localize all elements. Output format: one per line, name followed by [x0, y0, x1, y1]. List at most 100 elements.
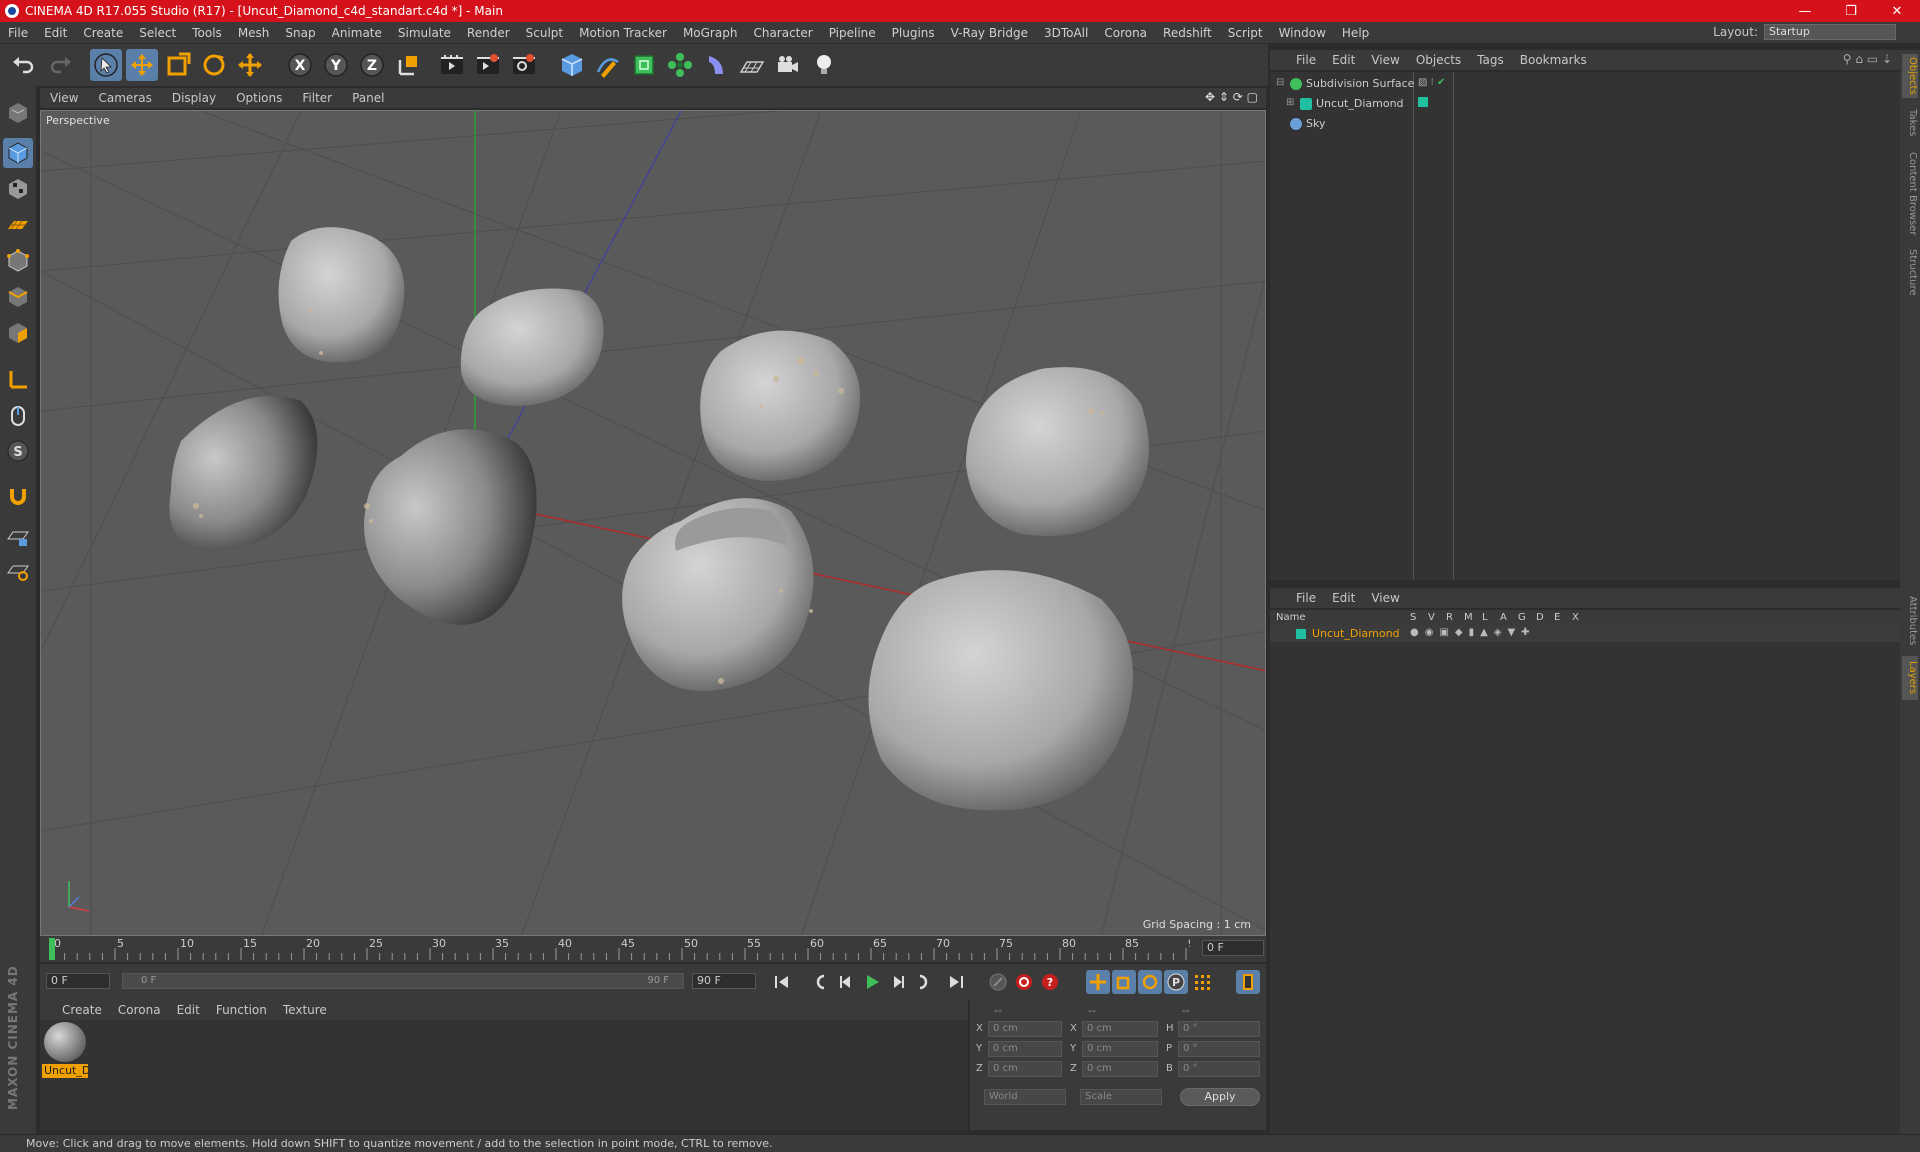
object-menu-objects[interactable]: Objects	[1408, 53, 1469, 67]
material-menu-texture[interactable]: Texture	[275, 1003, 335, 1017]
key-rotation-icon[interactable]	[1138, 970, 1162, 994]
record-active-icon[interactable]	[1012, 970, 1036, 994]
key-position-icon[interactable]	[1086, 970, 1110, 994]
object-menu-bookmarks[interactable]: Bookmarks	[1512, 53, 1595, 67]
menu-motion-tracker[interactable]: Motion Tracker	[571, 26, 675, 40]
tab-attributes[interactable]: Attributes	[1902, 590, 1918, 652]
workplane-icon[interactable]	[3, 210, 33, 240]
current-frame-field[interactable]: 0 F	[1202, 940, 1264, 956]
material-menu-create[interactable]: Create	[54, 1003, 110, 1017]
next-key-icon[interactable]	[912, 970, 936, 994]
menu-script[interactable]: Script	[1220, 26, 1271, 40]
previous-key-icon[interactable]	[808, 970, 832, 994]
start-frame-field[interactable]: 0 F	[46, 973, 110, 989]
menu-mograph[interactable]: MoGraph	[675, 26, 746, 40]
object-row-uncut-diamond[interactable]: ⊞ Uncut_Diamond	[1270, 94, 1900, 114]
x-axis-icon[interactable]: X	[284, 49, 316, 81]
size-z-field[interactable]: 0 cm	[1082, 1061, 1158, 1077]
object-menu-file[interactable]: File	[1288, 53, 1324, 67]
z-axis-icon[interactable]: Z	[356, 49, 388, 81]
menu-edit[interactable]: Edit	[36, 26, 75, 40]
uncut-diamond-rock[interactable]	[460, 288, 604, 407]
viewport-menu-panel[interactable]: Panel	[342, 91, 394, 105]
transform-icon[interactable]	[234, 49, 266, 81]
object-row-sky[interactable]: Sky	[1270, 114, 1900, 134]
render-picture-viewer-icon[interactable]	[472, 49, 504, 81]
position-x-field[interactable]: 0 cm	[988, 1021, 1062, 1037]
cloner-icon[interactable]	[664, 49, 696, 81]
edit-render-settings-icon[interactable]	[508, 49, 540, 81]
edges-mode-icon[interactable]	[3, 282, 33, 312]
material-name[interactable]: Uncut_D	[42, 1064, 88, 1078]
viewport-menu-filter[interactable]: Filter	[292, 91, 342, 105]
menu-redshift[interactable]: Redshift	[1155, 26, 1220, 40]
viewport-menu-view[interactable]: View	[40, 91, 88, 105]
go-to-start-icon[interactable]	[770, 970, 794, 994]
frame-range-slider[interactable]: 0 F 90 F	[122, 973, 684, 989]
size-x-field[interactable]: 0 cm	[1082, 1021, 1158, 1037]
material-menu-function[interactable]: Function	[208, 1003, 275, 1017]
scale-icon[interactable]	[162, 49, 194, 81]
layer-toggle-icons[interactable]: ●◉▣◆▮▲◈▼✚	[1410, 627, 1536, 638]
timeline-ruler[interactable]: 0 5 10 15 20 25 30 35 40 45 50 55 60 65 70 75 80 85 90 0 F	[40, 936, 1266, 962]
tab-structure[interactable]: Structure	[1902, 246, 1918, 298]
pen-icon[interactable]	[592, 49, 624, 81]
menu-help[interactable]: Help	[1334, 26, 1377, 40]
record-off-icon[interactable]	[986, 970, 1010, 994]
camera-icon[interactable]	[772, 49, 804, 81]
layer-menu-file[interactable]: File	[1288, 591, 1324, 605]
layer-row-uncut-diamond[interactable]: Uncut_Diamond ●◉▣◆▮▲◈▼✚	[1270, 626, 1900, 642]
layer-menu-edit[interactable]: Edit	[1324, 591, 1363, 605]
menu-vray-bridge[interactable]: V-Ray Bridge	[943, 26, 1036, 40]
size-mode-dropdown[interactable]: Scale	[1080, 1089, 1162, 1105]
layer-color-swatch[interactable]	[1418, 97, 1428, 107]
autokey-icon[interactable]: ?	[1038, 970, 1062, 994]
polygons-mode-icon[interactable]	[3, 318, 33, 348]
layer-menu-view[interactable]: View	[1363, 591, 1407, 605]
uncut-diamond-rock[interactable]	[169, 396, 318, 551]
layer-color-swatch[interactable]	[1296, 629, 1306, 639]
subdivision-icon[interactable]	[628, 49, 660, 81]
key-scale-icon[interactable]	[1112, 970, 1136, 994]
menu-character[interactable]: Character	[745, 26, 820, 40]
key-parameter-icon[interactable]: P	[1164, 970, 1188, 994]
undo-icon[interactable]	[8, 49, 40, 81]
object-menu-tags[interactable]: Tags	[1469, 53, 1512, 67]
menu-sculpt[interactable]: Sculpt	[518, 26, 571, 40]
redo-icon[interactable]	[44, 49, 76, 81]
texture-mode-icon[interactable]	[3, 174, 33, 204]
magnet-icon[interactable]	[3, 482, 33, 512]
rotation-b-field[interactable]: 0 °	[1178, 1061, 1260, 1077]
position-y-field[interactable]: 0 cm	[988, 1041, 1062, 1057]
select-icon[interactable]	[90, 49, 122, 81]
move-icon[interactable]	[126, 49, 158, 81]
menu-window[interactable]: Window	[1271, 26, 1334, 40]
material-swatch[interactable]	[44, 1022, 86, 1062]
axis-mode-icon[interactable]	[3, 364, 33, 394]
apply-button[interactable]: Apply	[1180, 1088, 1260, 1106]
light-icon[interactable]	[808, 49, 840, 81]
play-icon[interactable]	[860, 970, 884, 994]
rotation-h-field[interactable]: 0 °	[1178, 1021, 1260, 1037]
tab-objects[interactable]: Objects	[1902, 54, 1918, 98]
go-to-end-icon[interactable]	[944, 970, 968, 994]
cube-icon[interactable]	[556, 49, 588, 81]
key-pla-icon[interactable]	[1190, 970, 1214, 994]
floor-icon[interactable]	[736, 49, 768, 81]
viewport-menu-cameras[interactable]: Cameras	[88, 91, 161, 105]
snap-icon[interactable]: S	[3, 436, 33, 466]
uncut-diamond-rock[interactable]	[868, 570, 1134, 811]
coordinate-system-icon[interactable]	[392, 49, 424, 81]
object-menu-view[interactable]: View	[1363, 53, 1407, 67]
size-y-field[interactable]: 0 cm	[1082, 1041, 1158, 1057]
object-row-subdivision-surface[interactable]: ⊟ Subdivision Surface ▨ ⁝ ✔	[1270, 74, 1900, 94]
material-menu-edit[interactable]: Edit	[169, 1003, 208, 1017]
end-frame-field[interactable]: 90 F	[692, 973, 756, 989]
layout-dropdown[interactable]: Startup	[1764, 24, 1896, 40]
uncut-diamond-rock[interactable]	[966, 367, 1149, 536]
uncut-diamond-rock[interactable]	[700, 330, 861, 481]
position-z-field[interactable]: 0 cm	[988, 1061, 1062, 1077]
maximize-button[interactable]: ❐	[1828, 0, 1874, 22]
menu-file[interactable]: File	[0, 26, 36, 40]
menu-select[interactable]: Select	[131, 26, 184, 40]
